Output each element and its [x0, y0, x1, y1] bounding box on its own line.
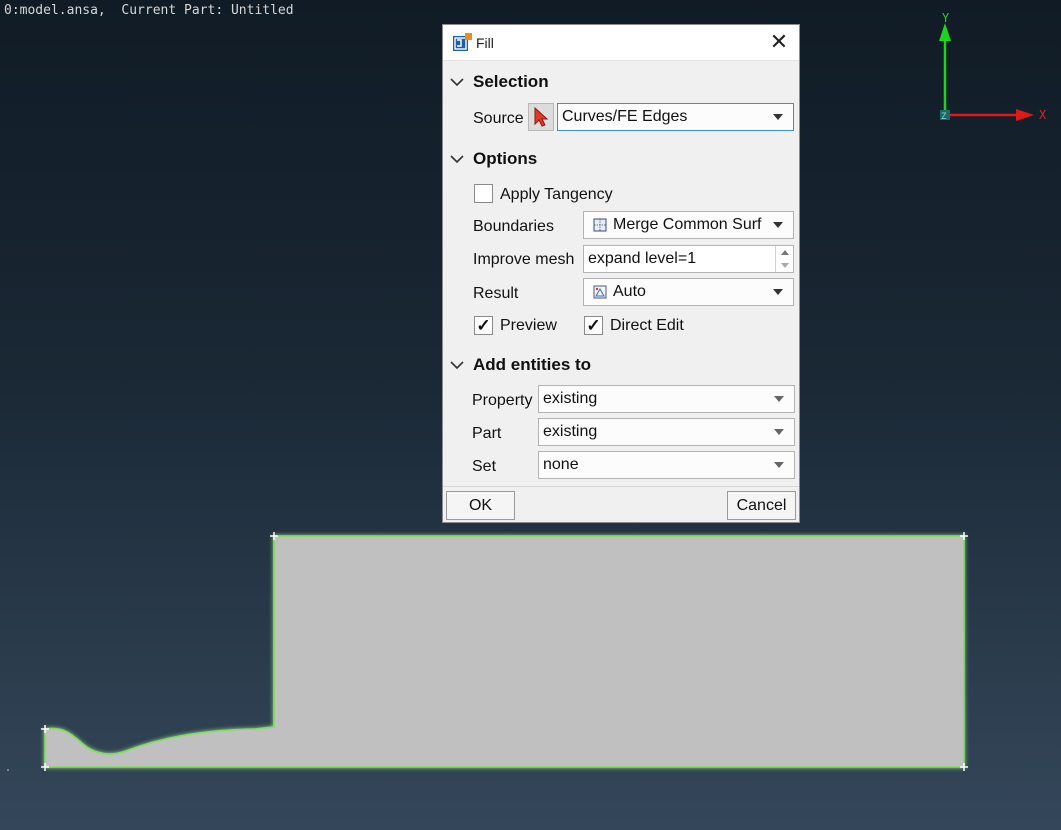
- axis-x-label: X: [1039, 108, 1047, 122]
- dialog-title: Fill: [476, 35, 494, 51]
- chevron-down-icon: [450, 361, 464, 370]
- section-add-entities-title: Add entities to: [473, 355, 592, 374]
- close-icon[interactable]: ✕: [765, 29, 793, 57]
- set-select[interactable]: none: [538, 451, 795, 479]
- chevron-down-icon: [780, 263, 789, 268]
- improve-mesh-spinbox[interactable]: expand level=1: [583, 245, 794, 273]
- axis-y-label: Y: [942, 11, 950, 25]
- result-label: Result: [473, 285, 519, 302]
- dialog-footer: OK Cancel: [443, 486, 799, 522]
- property-label: Property: [472, 392, 533, 409]
- pointer-arrow-icon: [534, 107, 549, 127]
- part-select[interactable]: existing: [538, 418, 795, 446]
- part-value: existing: [543, 423, 598, 440]
- source-value: Curves/FE Edges: [562, 108, 688, 125]
- axis-z-label: Z: [941, 112, 947, 122]
- dialog-titlebar[interactable]: Fill ✕: [443, 25, 799, 61]
- chevron-down-icon: [774, 396, 784, 402]
- improve-mesh-value: expand level=1: [588, 250, 697, 267]
- property-value: existing: [543, 390, 598, 407]
- set-label: Set: [472, 458, 497, 475]
- pick-source-button[interactable]: [528, 103, 554, 131]
- section-options-toggle[interactable]: Options: [449, 148, 537, 170]
- preview-label: Preview: [500, 317, 557, 334]
- apply-tangency-checkbox[interactable]: [474, 184, 493, 203]
- boundaries-select[interactable]: Merge Common Surf: [583, 211, 794, 239]
- chevron-down-icon: [773, 114, 783, 120]
- improve-mesh-label: Improve mesh: [473, 251, 575, 268]
- chevron-down-icon: [774, 429, 784, 435]
- direct-edit-checkbox[interactable]: ✓: [584, 316, 603, 335]
- preview-checkbox[interactable]: ✓: [474, 316, 493, 335]
- chevron-down-icon: [450, 155, 464, 164]
- result-select[interactable]: Auto: [583, 278, 794, 306]
- result-value: Auto: [613, 283, 646, 300]
- source-select[interactable]: Curves/FE Edges: [557, 103, 794, 131]
- direct-edit-label: Direct Edit: [610, 317, 684, 334]
- cancel-button[interactable]: Cancel: [727, 491, 796, 520]
- chevron-up-icon: [780, 250, 789, 255]
- section-options-title: Options: [473, 149, 538, 168]
- fill-dialog: Fill ✕ Selection Source Curves/FE Edges …: [442, 24, 800, 523]
- spin-up-button[interactable]: [776, 246, 793, 259]
- chevron-down-icon: [450, 78, 464, 87]
- section-selection-title: Selection: [473, 72, 549, 91]
- spin-down-button[interactable]: [776, 259, 793, 272]
- section-add-entities-toggle[interactable]: Add entities to: [449, 354, 591, 376]
- chevron-down-icon: [773, 289, 783, 295]
- ansa-app-icon: [453, 33, 472, 51]
- merge-surfaces-icon: [593, 218, 607, 232]
- filled-surface-preview[interactable]: [44, 535, 965, 768]
- chevron-down-icon: [774, 462, 784, 468]
- apply-tangency-label: Apply Tangency: [500, 186, 613, 203]
- source-label: Source: [473, 110, 524, 127]
- set-value: none: [543, 456, 579, 473]
- checkmark-icon: ✓: [586, 316, 601, 335]
- axis-triad: Y X Z: [939, 11, 1047, 122]
- boundaries-value: Merge Common Surf: [613, 216, 762, 233]
- auto-result-icon: [593, 285, 607, 299]
- part-label: Part: [472, 425, 502, 442]
- chevron-down-icon: [773, 222, 783, 228]
- boundaries-label: Boundaries: [473, 218, 554, 235]
- stray-point: [7, 769, 9, 771]
- checkmark-icon: ✓: [476, 316, 491, 335]
- ok-button[interactable]: OK: [446, 491, 515, 520]
- section-selection-toggle[interactable]: Selection: [449, 71, 549, 93]
- property-select[interactable]: existing: [538, 385, 795, 413]
